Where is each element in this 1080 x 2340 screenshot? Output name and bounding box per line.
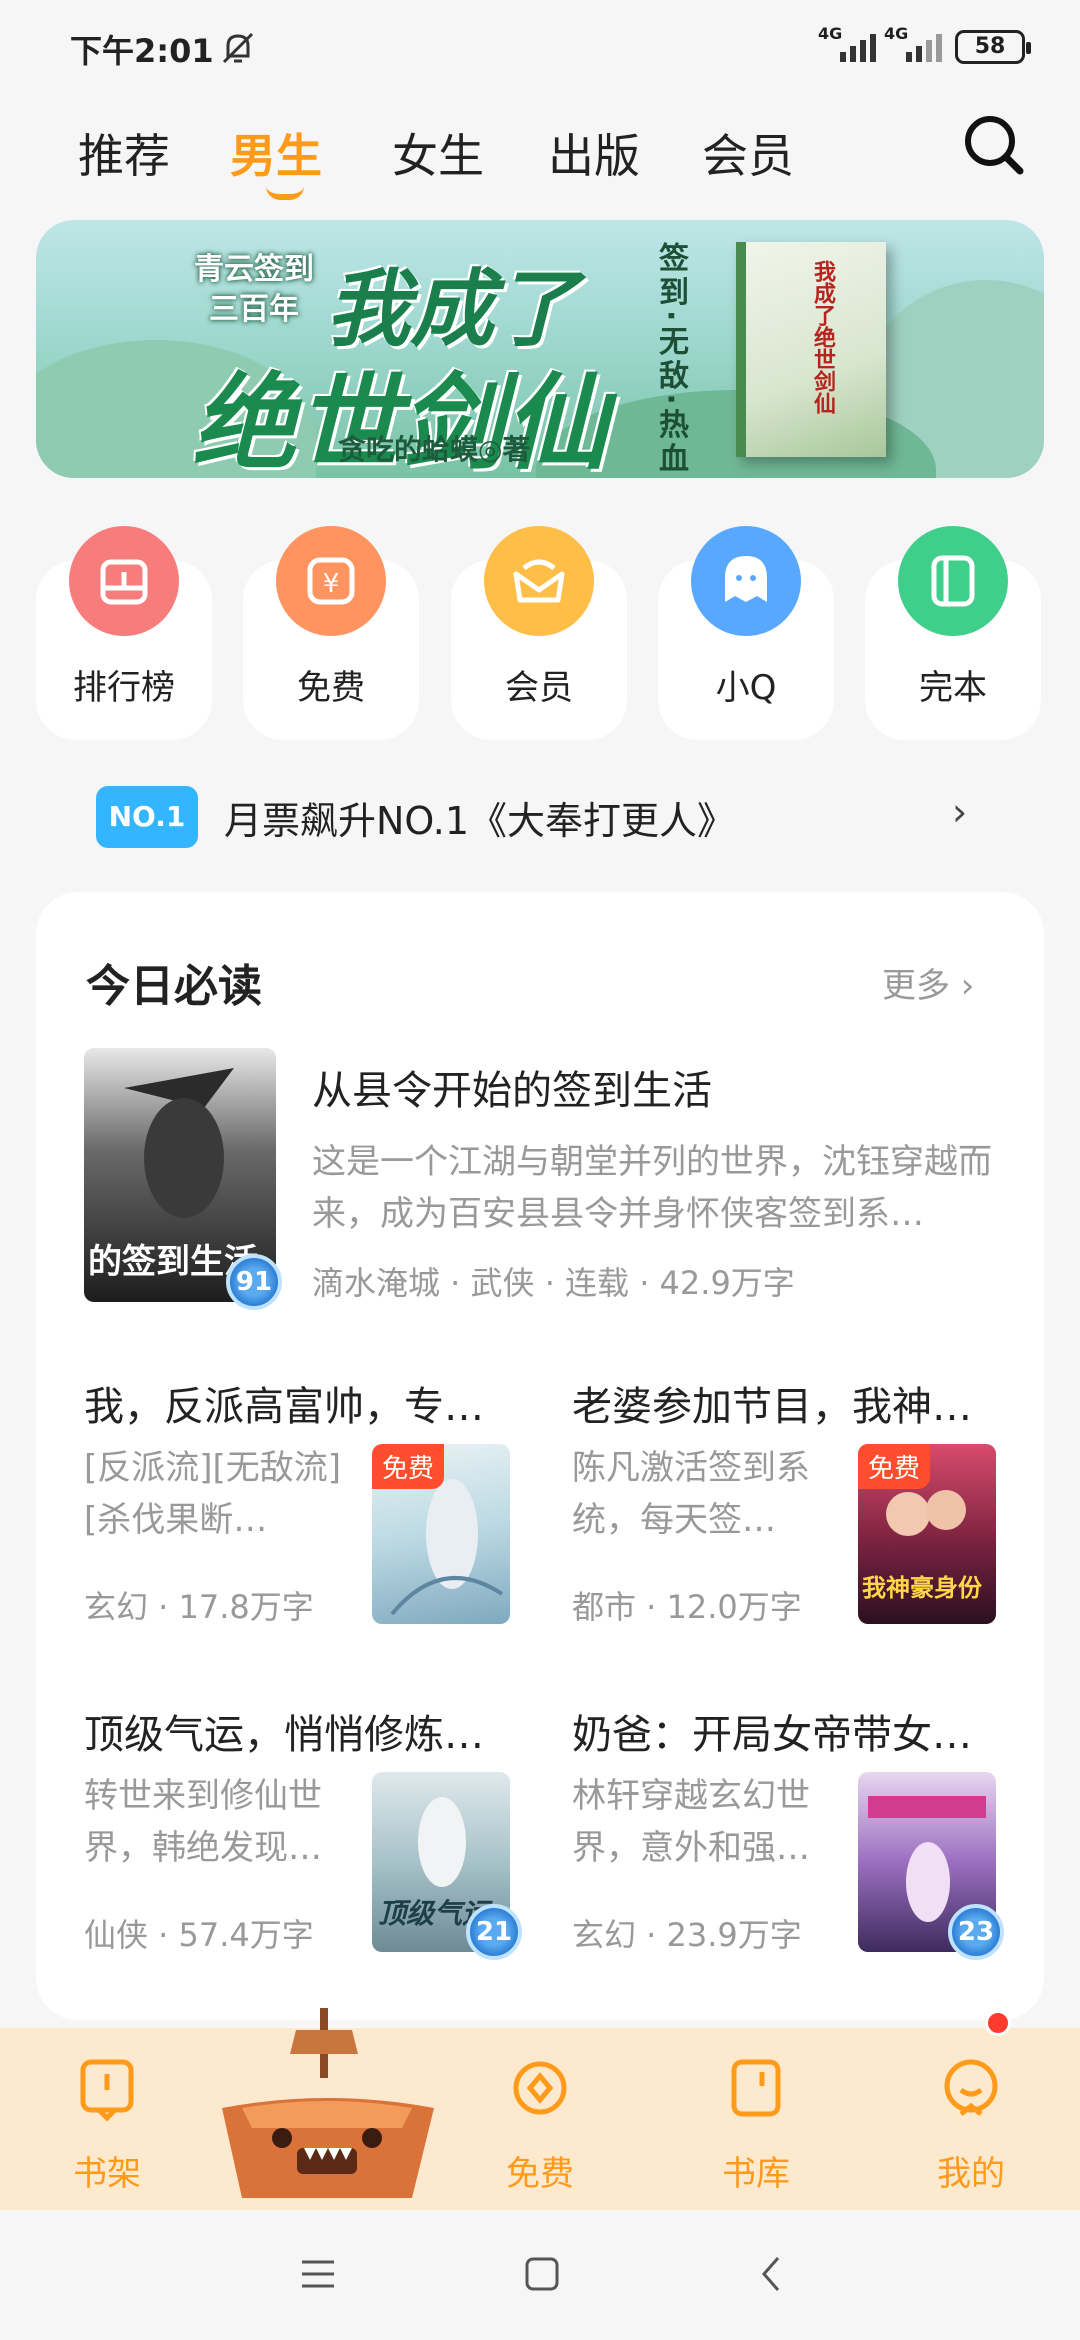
grid-score-badge: 21 <box>466 1904 522 1960</box>
grid-book-meta: 都市 · 12.0万字 <box>572 1588 802 1626</box>
search-icon[interactable] <box>962 113 1026 177</box>
system-navigation-bar <box>0 2210 1080 2340</box>
nav-profile[interactable]: 我的 <box>896 2028 1046 2210</box>
promo-banner[interactable]: 青云签到三百年 我成了 绝世剑仙 贪吃的蛤蟆◎著 签到·无敌·热血 我成了绝世剑… <box>36 220 1044 478</box>
nav-label: 我的 <box>937 2154 1005 2194</box>
banner-author: 贪吃的蛤蟆◎著 <box>338 433 531 466</box>
nav-label: 书架 <box>73 2154 141 2194</box>
quick-link-completed[interactable]: 完本 <box>865 526 1041 740</box>
library-icon <box>731 2059 781 2117</box>
quick-link-vip[interactable]: 会员 <box>451 526 627 740</box>
free-tag: 免费 <box>372 1444 445 1489</box>
quick-link-label: 会员 <box>505 668 573 708</box>
nav-label: 书库 <box>722 2154 790 2194</box>
notice-text[interactable]: 月票飙升NO.1《大奉打更人》 <box>224 790 735 845</box>
banner-tags: 签到·无敌·热血 <box>653 242 688 477</box>
category-tabs: 推荐 男生 女生 出版 会员 <box>0 110 1080 210</box>
more-link[interactable]: 更多 › <box>882 958 974 1007</box>
chevron-right-icon[interactable]: › <box>952 790 967 834</box>
quick-link-xiaoq[interactable]: 小Q <box>658 526 834 740</box>
grid-book-title[interactable]: 我，反派高富帅，专… <box>84 1374 494 1432</box>
status-time: 下午2:01 <box>70 32 214 70</box>
notification-dot <box>985 2010 1011 2036</box>
featured-book-title[interactable]: 从县令开始的签到生活 <box>312 1058 712 1116</box>
grid-book-desc: 林轩穿越玄幻世界，意外和强… <box>572 1776 810 1868</box>
tab-publish[interactable]: 出版 <box>548 120 640 186</box>
grid-book-desc: [反派流][无敌流][杀伐果断… <box>84 1448 342 1540</box>
crown-icon <box>484 526 594 636</box>
grid-cover-text: 我神豪身份 <box>862 1574 982 1602</box>
profile-icon <box>944 2059 998 2116</box>
grid-score-badge: 23 <box>948 1904 1004 1960</box>
ship-mascot-icon <box>222 2008 434 2198</box>
grid-book-meta: 玄幻 · 23.9万字 <box>572 1916 802 1954</box>
grid-book-desc: 陈凡激活签到系统，每天签… <box>572 1448 810 1540</box>
svg-text:¥: ¥ <box>323 569 340 599</box>
coin-icon: ¥ <box>276 526 386 636</box>
nav-shelf[interactable]: 书架 <box>32 2028 182 2210</box>
free-tag: 免费 <box>858 1444 931 1489</box>
featured-score-badge: 91 <box>226 1254 282 1310</box>
quick-link-label: 排行榜 <box>73 668 175 708</box>
nav-library[interactable]: 书库 <box>681 2028 831 2210</box>
quick-link-label: 完本 <box>919 668 987 708</box>
grid-book-title[interactable]: 奶爸：开局女帝带女… <box>572 1702 982 1760</box>
signal-2-icon: 4G <box>884 24 948 64</box>
signal-1-icon: 4G <box>818 24 882 64</box>
mute-bell-icon <box>222 32 254 64</box>
grid-book-meta: 仙侠 · 57.4万字 <box>84 1916 314 1954</box>
grid-book-cover[interactable]: 免费 <box>372 1444 510 1624</box>
shelf-icon <box>80 2059 134 2122</box>
section-title: 今日必读 <box>86 961 262 1012</box>
bottom-navigation: 书架 免费 书库 我的 <box>0 2008 1080 2210</box>
battery-indicator: 58 <box>955 30 1031 64</box>
nav-free[interactable]: 免费 <box>465 2028 615 2210</box>
back-icon[interactable] <box>756 2254 786 2294</box>
quick-link-label: 小Q <box>715 668 777 708</box>
ranking-icon <box>69 526 179 636</box>
status-bar: 下午2:01 4G 4G 58 <box>0 0 1080 90</box>
quick-link-label: 免费 <box>297 668 365 708</box>
nav-label: 免费 <box>506 2154 574 2194</box>
ghost-icon <box>691 526 801 636</box>
quick-link-free[interactable]: ¥ 免费 <box>243 526 419 740</box>
free-icon <box>513 2061 567 2115</box>
featured-book-meta: 滴水淹城 · 武侠 · 连载 · 42.9万字 <box>312 1264 795 1302</box>
tab-vip[interactable]: 会员 <box>702 120 794 186</box>
grid-book-cover[interactable]: 免费 我神豪身份 <box>858 1444 996 1624</box>
home-icon[interactable] <box>524 2256 560 2292</box>
tab-female[interactable]: 女生 <box>392 120 484 186</box>
quick-link-ranking[interactable]: 排行榜 <box>36 526 212 740</box>
book-icon <box>898 526 1008 636</box>
grid-book-desc: 转世来到修仙世界，韩绝发现… <box>84 1776 322 1868</box>
grid-book-title[interactable]: 顶级气运，悄悄修炼… <box>84 1702 494 1760</box>
grid-book-meta: 玄幻 · 17.8万字 <box>84 1588 314 1626</box>
grid-book-title[interactable]: 老婆参加节目，我神… <box>572 1374 982 1432</box>
featured-book-desc: 这是一个江湖与朝堂并列的世界，沈钰穿越而来，成为百安县县令并身怀侠客签到系… <box>312 1142 992 1234</box>
menu-icon[interactable] <box>300 2258 336 2290</box>
banner-subtitle: 青云签到三百年 <box>194 252 314 327</box>
tab-recommend[interactable]: 推荐 <box>78 120 170 186</box>
banner-book-title: 我成了绝世剑仙 <box>810 260 835 414</box>
tab-male[interactable]: 男生 <box>230 120 322 186</box>
banner-book-cover: 我成了绝世剑仙 <box>736 242 886 457</box>
notice-rank-badge: NO.1 <box>96 786 198 848</box>
active-tab-indicator <box>266 186 304 200</box>
